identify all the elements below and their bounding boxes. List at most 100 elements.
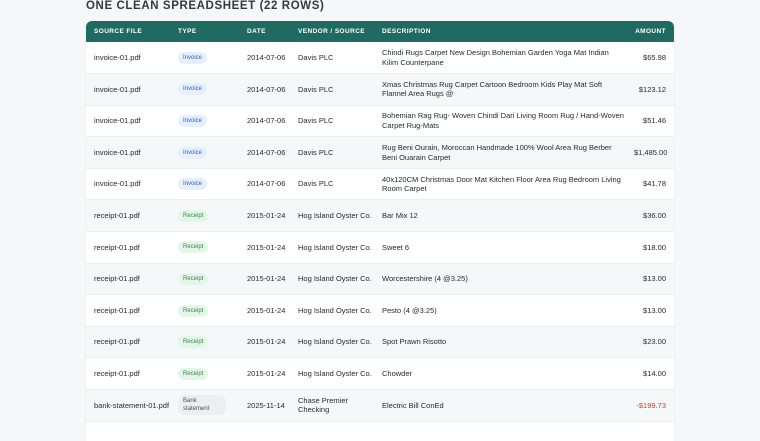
- column-header-source-file[interactable]: SOURCE FILE: [86, 21, 170, 42]
- cell-type: Invoice: [170, 105, 239, 137]
- type-badge: Invoice: [178, 114, 208, 127]
- cell-type: Invoice: [170, 168, 239, 200]
- table-row[interactable]: receipt-01.pdf Receipt 2015-01-24 Hog Islan…: [86, 295, 674, 327]
- cell-description: Bohemian Rag Rug- Woven Chindi Dari Livi…: [382, 111, 624, 130]
- cell-vendor: Hog Island Oyster Co.: [298, 211, 372, 221]
- cell-vendor: Hog Island Oyster Co.: [298, 242, 372, 252]
- cell-vendor: Davis PLC: [298, 84, 334, 94]
- cell-amount: $14.00: [643, 368, 666, 378]
- cell-amount: $41.78: [643, 179, 666, 189]
- cell-description: Electric Bill ConEd: [382, 400, 444, 410]
- cell-date: 2025-11-14: [247, 400, 285, 410]
- type-badge: Receipt: [178, 272, 209, 285]
- cell-amount: $18.00: [643, 242, 666, 252]
- cell-date: 2015-01-24: [247, 368, 286, 378]
- table-row[interactable]: receipt-01.pdf Receipt 2015-01-24 Hog Islan…: [86, 232, 674, 264]
- column-header-type[interactable]: TYPE: [170, 21, 239, 42]
- cell-type: Invoice: [170, 74, 239, 106]
- cell-date: 2014-07-06: [247, 52, 286, 62]
- column-header-vendor[interactable]: VENDOR / SOURCE: [290, 21, 374, 42]
- cell-type: Receipt: [170, 232, 239, 264]
- cell-source-file: receipt-01.pdf: [94, 274, 140, 284]
- cell-source-file: receipt-01.pdf: [94, 305, 140, 315]
- cell-source-file: invoice-01.pdf: [94, 179, 141, 189]
- cell-amount: $65.98: [643, 52, 666, 62]
- cell-description: Worcestershire (4 @3.25): [382, 274, 468, 284]
- cell-type: Receipt: [170, 358, 239, 390]
- type-badge: Receipt: [178, 367, 209, 380]
- cell-amount: $13.00: [643, 305, 666, 315]
- cell-description: Xmas Christmas Rug Carpet Cartoon Bedroo…: [382, 79, 603, 99]
- table-row[interactable]: invoice-01.pdf Invoice 2014-07-06 Davis PLC…: [86, 105, 674, 137]
- type-badge: Receipt: [178, 304, 209, 317]
- cell-source-file: receipt-01.pdf: [94, 242, 140, 252]
- cell-vendor: Davis PLC: [298, 116, 334, 126]
- type-badge: Invoice: [178, 83, 208, 96]
- cell-date: 2014-07-06: [247, 84, 286, 94]
- column-header-description[interactable]: DESCRIPTION: [374, 21, 626, 42]
- cell-vendor: Hog Island Oyster Co.: [298, 368, 372, 378]
- cell-vendor: Chase Premier Checking: [298, 395, 349, 415]
- cell-date: 2015-01-24: [247, 337, 286, 347]
- table-header-row: SOURCE FILE TYPE DATE VENDOR / SOURCE DE…: [86, 21, 674, 42]
- column-header-date[interactable]: DATE: [239, 21, 290, 42]
- type-badge: Receipt: [178, 209, 209, 222]
- cell-source-file: invoice-01.pdf: [94, 52, 141, 62]
- cell-type: Invoice: [170, 137, 239, 169]
- column-header-amount[interactable]: AMOUNT: [626, 21, 674, 42]
- cell-vendor: Hog Island Oyster Co.: [298, 337, 372, 347]
- cell-amount: $36.00: [643, 211, 666, 221]
- cell-source-file: receipt-01.pdf: [94, 337, 140, 347]
- table-row[interactable]: bank-statement-01.pdf Bank statement 2025-…: [86, 389, 674, 422]
- cell-source-file: invoice-01.pdf: [94, 84, 141, 94]
- cell-source-file: invoice-01.pdf: [94, 116, 141, 126]
- cell-date: 2014-07-06: [247, 147, 286, 157]
- table-row[interactable]: invoice-01.pdf Invoice 2014-07-06 Davis PLC…: [86, 73, 674, 106]
- cell-description: Chowder: [382, 368, 413, 378]
- cell-description: Rug Beni Ourain, Moroccan Handmade 100% …: [382, 143, 612, 162]
- cell-vendor: Davis PLC: [298, 52, 334, 62]
- cell-type: Receipt: [170, 295, 239, 327]
- cell-description: 40x120CM Christmas Door Mat Kitchen Floo…: [382, 174, 621, 194]
- cell-vendor: Hog Island Oyster Co.: [298, 305, 372, 315]
- page-title: ONE CLEAN SPREADSHEET (22 ROWS): [86, 0, 325, 12]
- cell-date: 2015-01-24: [247, 305, 286, 315]
- cell-date: 2015-01-24: [247, 242, 286, 252]
- cell-amount: $13.00: [643, 274, 666, 284]
- table-row[interactable]: invoice-01.pdf Invoice 2014-07-06 Davis PLC…: [86, 136, 674, 169]
- table-row[interactable]: receipt-01.pdf Receipt 2015-01-24 Hog Islan…: [86, 263, 674, 295]
- cell-date: 2014-07-06: [247, 116, 286, 126]
- cell-source-file: receipt-01.pdf: [94, 211, 140, 221]
- table-row[interactable]: invoice-01.pdf Invoice 2014-07-06 Davis PLC…: [86, 168, 674, 200]
- type-badge: Invoice: [178, 146, 208, 159]
- cell-description: Pesto (4 @3.25): [382, 305, 437, 315]
- cell-type: Receipt: [170, 200, 239, 232]
- table-row[interactable]: receipt-01.pdf Receipt 2015-01-24 Hog Islan…: [86, 358, 674, 390]
- table-row[interactable]: receipt-01.pdf Receipt 2015-01-24 Hog Islan…: [86, 199, 674, 232]
- cell-amount: $51.46: [643, 116, 666, 126]
- cell-date: 2015-01-24: [247, 211, 286, 221]
- cell-source-file: receipt-01.pdf: [94, 368, 140, 378]
- table-row[interactable]: invoice-01.pdf Invoice 2014-07-06 Davis PLC…: [86, 42, 674, 74]
- cell-type: Receipt: [170, 326, 239, 358]
- cell-vendor: Davis PLC: [298, 179, 334, 189]
- cell-vendor: Hog Island Oyster Co.: [298, 274, 372, 284]
- cell-amount: $123.12: [638, 84, 666, 94]
- cell-source-file: invoice-01.pdf: [94, 147, 141, 157]
- cell-amount: $23.00: [643, 337, 666, 347]
- cell-date: 2014-07-06: [247, 179, 286, 189]
- type-badge: Invoice: [178, 51, 208, 64]
- cell-date: 2015-01-24: [247, 274, 286, 284]
- table-row[interactable]: receipt-01.pdf Receipt 2015-01-24 Hog Islan…: [86, 326, 674, 358]
- cell-description: Bar Mix 12: [382, 211, 418, 221]
- cell-type: Invoice: [170, 42, 239, 74]
- cell-vendor: Davis PLC: [298, 147, 334, 157]
- type-badge: Receipt: [178, 336, 209, 349]
- cell-type: Bank statement: [170, 390, 239, 422]
- cell-amount: $1,485.00: [634, 147, 668, 157]
- cell-source-file: bank-statement-01.pdf: [94, 400, 170, 410]
- type-badge: Invoice: [178, 178, 208, 191]
- spreadsheet-table: SOURCE FILE TYPE DATE VENDOR / SOURCE DE…: [86, 21, 674, 441]
- cell-description: Spot Prawn Risotto: [382, 337, 447, 347]
- type-badge: Bank statement: [178, 395, 226, 416]
